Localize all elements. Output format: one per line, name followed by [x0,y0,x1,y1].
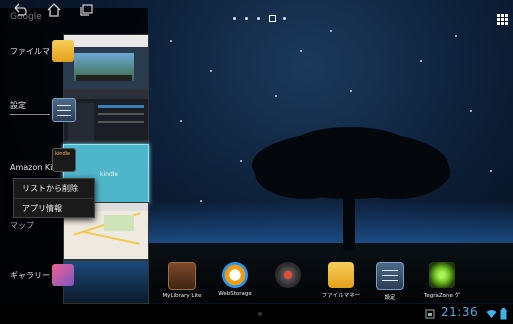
settings-icon [52,98,76,122]
back-icon[interactable] [12,3,28,17]
dock-label: MyLibrary Lite [162,293,202,299]
wifi-icon [486,310,497,318]
recent-thumbnail-file-manager[interactable] [63,34,149,90]
recent-label-settings[interactable]: 設定 [10,100,26,111]
center-dot [258,312,262,316]
status-clock[interactable]: 21:36 [441,305,478,319]
home-screen: Google ファイルマ 設定 kindle Amazon Kin kindle… [0,0,513,324]
maps-app-icon [275,262,301,288]
mylibrary-icon [168,262,196,290]
webstorage-icon [222,262,248,288]
recent-thumbnail-gallery[interactable] [63,260,149,304]
tegrazone-icon [429,262,455,288]
app-info-item[interactable]: アプリ情報 [14,198,94,218]
dock-app-settings[interactable]: 設定 [360,262,420,301]
dock-app-mylibrary[interactable]: MyLibrary Lite [152,262,212,299]
context-menu: リストから削除 アプリ情報 [13,178,95,218]
wallpaper-tree [252,127,450,250]
recent-apps-panel: Google ファイルマ 設定 kindle Amazon Kin kindle… [0,8,149,304]
dock-label: 設定 [384,295,396,301]
dock-label: TegraZone ゲ [423,293,461,299]
settings-icon [376,262,404,290]
all-apps-icon[interactable] [497,14,508,25]
dock-app-webstorage[interactable]: WebStorage [205,262,265,297]
battery-icon [500,308,507,320]
remove-from-list-item[interactable]: リストから削除 [14,179,94,198]
recent-label-file-manager[interactable]: ファイルマ [10,46,50,57]
gallery-icon [52,264,74,286]
dock-label: WebStorage [218,291,252,297]
folder-icon [52,40,74,62]
folder-icon [328,262,354,288]
navigation-bar [0,304,513,324]
recent-apps-icon[interactable] [78,3,94,17]
recent-label-gallery[interactable]: ギャラリー [10,270,50,281]
recent-divider [10,114,50,115]
dock-app-maps[interactable] [258,262,318,291]
screenshot-notification-icon[interactable] [425,309,435,319]
recent-label-maps[interactable]: マップ [10,220,34,231]
home-icon[interactable] [46,3,62,17]
kindle-thumb-text: kindle [100,171,119,178]
dock-app-tegrazone[interactable]: TegraZone ゲ [412,262,472,299]
kindle-icon: kindle [52,148,76,172]
